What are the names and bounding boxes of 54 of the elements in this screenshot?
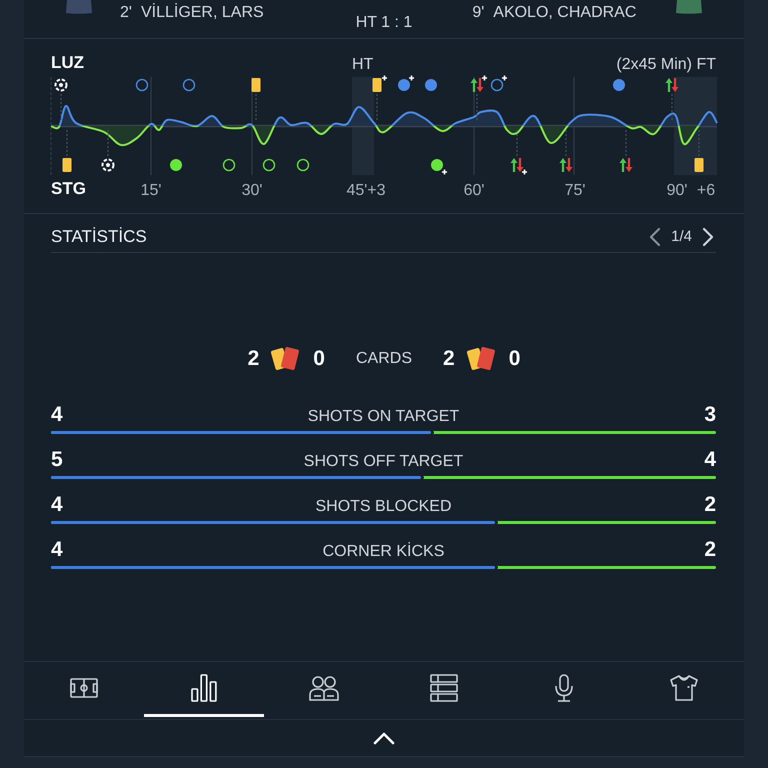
minute-tick: 60' <box>464 182 484 199</box>
bar-chart-icon <box>191 674 217 702</box>
scorer-name: AKOLO, CHADRAC <box>493 3 636 23</box>
leader-line <box>60 94 62 122</box>
stat-label: CORNER KİCKS <box>322 542 444 562</box>
leader-line <box>376 94 378 122</box>
away-value: 2 <box>704 493 716 517</box>
next-page-button[interactable] <box>702 227 714 247</box>
minute-tick: 75' <box>564 182 586 199</box>
card-count: 2 <box>443 347 455 371</box>
stat-label: SHOTS ON TARGET <box>308 406 460 426</box>
card-count: 2 <box>248 347 260 371</box>
page-indicator: 1/4 <box>671 227 692 247</box>
minute-tick: 15' <box>140 182 162 199</box>
shirt-icon <box>675 0 703 14</box>
microphone-icon <box>554 674 574 702</box>
minute-tick: +6 <box>696 182 716 199</box>
shirt-icon <box>670 675 698 701</box>
pitch-icon <box>70 678 98 698</box>
half-time-score: HT 1 : 1 <box>356 13 412 33</box>
team-name: LUZ <box>51 53 84 72</box>
card-count: 0 <box>313 347 325 371</box>
leader-line <box>476 94 478 122</box>
people-icon <box>309 675 339 701</box>
scorer-name: VİLLİGER, LARS <box>140 3 264 23</box>
team-name: STG <box>51 179 86 198</box>
home-value: 4 <box>51 538 63 562</box>
full-time-label: (2x45 Min) FT <box>616 56 716 73</box>
away-value: 3 <box>704 403 716 427</box>
away-value: 2 <box>704 538 716 562</box>
minute-tick: 45'+3 <box>346 182 386 199</box>
section-title: STATİSTİCS <box>51 227 147 247</box>
shirt-icon <box>65 0 93 14</box>
expand-button[interactable] <box>373 732 395 744</box>
card-count: 0 <box>508 347 520 371</box>
minute-tick: 30' <box>242 182 262 199</box>
stat-label: SHOTS BLOCKED <box>315 496 452 516</box>
chevron-right-icon <box>702 227 714 247</box>
stat-label: CARDS <box>356 349 412 369</box>
list-icon <box>430 674 458 702</box>
stat-label: SHOTS OFF TARGET <box>304 452 464 472</box>
leader-line <box>66 130 68 156</box>
home-value: 4 <box>51 493 63 517</box>
away-value: 4 <box>704 448 716 472</box>
home-value: 4 <box>51 403 63 427</box>
home-value: 5 <box>51 448 63 472</box>
chevron-up-icon <box>373 732 395 744</box>
leader-line <box>516 130 518 156</box>
scorer-minute: 2' <box>120 3 132 23</box>
minute-tick: 90' <box>666 182 688 199</box>
chevron-left-icon <box>649 227 662 247</box>
leader-line <box>698 130 700 156</box>
scorer-minute: 9' <box>472 3 484 23</box>
half-time-label: HT <box>352 56 374 73</box>
